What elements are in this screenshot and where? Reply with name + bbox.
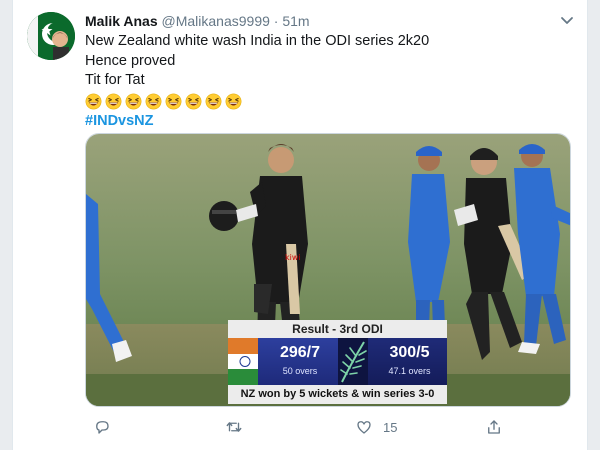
scoreboard: Result - 3rd ODI 296/7 50 overs 300/5 47… <box>228 320 447 404</box>
tweet-card[interactable]: Malik Anas @Malikanas9999 · 51m New Zeal… <box>12 0 588 450</box>
chevron-down-icon[interactable] <box>559 14 575 28</box>
grinning-squinting-face-icon <box>205 93 222 110</box>
author-handle[interactable]: @Malikanas9999 <box>162 13 270 29</box>
team2-panel: 300/5 47.1 overs <box>337 338 447 385</box>
grinning-squinting-face-icon <box>85 93 102 110</box>
emoji-row <box>85 92 565 112</box>
team2-score: 300/5 <box>389 344 430 361</box>
like-count: 15 <box>383 419 398 435</box>
tweet-header: Malik Anas @Malikanas9999 · 51m <box>85 12 310 30</box>
grinning-squinting-face-icon <box>185 93 202 110</box>
tweet-line: New Zealand white wash India in the ODI … <box>85 33 430 49</box>
heart-icon <box>357 421 371 434</box>
hashtag-link[interactable]: #INDvsNZ <box>85 112 565 132</box>
reply-icon <box>96 421 109 434</box>
tweet-text: New Zealand white wash India in the ODI … <box>85 32 565 131</box>
author-name[interactable]: Malik Anas <box>85 13 158 29</box>
tweet-line: Hence proved <box>85 52 176 69</box>
team1-overs: 50 overs <box>282 366 318 376</box>
silver-fern-icon <box>337 338 368 385</box>
tweet-actions: 15 <box>85 416 565 438</box>
grinning-squinting-face-icon <box>105 93 122 110</box>
media-image[interactable]: kiwi Result - 3rd ODI 296/7 50 overs 300… <box>85 133 571 407</box>
team2-overs: 47.1 overs <box>388 366 431 376</box>
like-button[interactable]: 15 <box>355 416 397 438</box>
scoreboard-title: Result - 3rd ODI <box>228 320 447 338</box>
separator-dot: · <box>273 13 279 29</box>
grinning-squinting-face-icon <box>165 93 182 110</box>
india-flag-icon <box>228 338 258 385</box>
timestamp[interactable]: 51m <box>282 13 309 29</box>
grinning-squinting-face-icon <box>225 93 242 110</box>
retweet-button[interactable] <box>225 416 243 438</box>
share-icon <box>488 420 500 434</box>
reply-button[interactable] <box>93 416 111 438</box>
share-button[interactable] <box>485 416 503 438</box>
retweet-icon <box>226 422 242 432</box>
grinning-squinting-face-icon <box>145 93 162 110</box>
team1-score: 296/7 <box>279 344 321 361</box>
grinning-squinting-face-icon <box>125 93 142 110</box>
avatar[interactable] <box>27 12 75 60</box>
tweet-line: Tit for Tat <box>85 72 145 88</box>
svg-text:kiwi: kiwi <box>285 253 301 262</box>
match-result: NZ won by 5 wickets & win series 3-0 <box>228 385 447 404</box>
team1-panel: 296/7 50 overs <box>228 338 338 385</box>
